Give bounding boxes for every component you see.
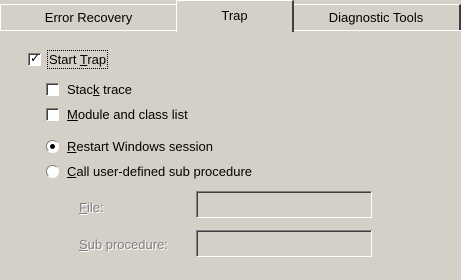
restart-windows-label: Restart Windows session [67, 138, 213, 154]
module-class-list-check-box[interactable] [46, 107, 59, 121]
tab-diagnostic-tools[interactable]: Diagnostic Tools [292, 4, 461, 30]
tab-diagnostic-tools-label: Diagnostic Tools [328, 10, 424, 25]
start-trap-label: Start Trap [46, 49, 109, 69]
call-sub-procedure-label: Call user-defined sub procedure [67, 163, 252, 179]
call-sub-procedure-radio-button[interactable] [46, 164, 59, 178]
stack-trace-check-box[interactable] [46, 82, 59, 96]
tab-trap[interactable]: Trap [176, 0, 294, 32]
sub-procedure-label: Sub procedure: [79, 237, 168, 252]
restart-windows-radio-button[interactable] [46, 139, 59, 153]
call-sub-procedure-radio[interactable]: Call user-defined sub procedure [46, 162, 252, 180]
tab-error-recovery-label: Error Recovery [44, 10, 133, 25]
tab-trap-label: Trap [221, 8, 248, 23]
checkmark-icon: ✓ [30, 50, 41, 65]
module-class-list-label: Module and class list [67, 106, 188, 122]
file-field[interactable] [196, 191, 372, 218]
stack-trace-checkbox[interactable]: Stack trace [46, 80, 132, 98]
radio-selected-dot-icon [50, 143, 55, 149]
tab-error-recovery[interactable]: Error Recovery [0, 4, 178, 30]
file-label: File: [79, 200, 104, 215]
start-trap-check-box[interactable]: ✓ [28, 50, 41, 66]
restart-windows-radio[interactable]: Restart Windows session [46, 137, 213, 155]
trap-tab-panel: ✓ Start Trap Stack trace Module and clas… [0, 30, 461, 280]
module-class-list-checkbox[interactable]: Module and class list [46, 105, 188, 123]
stack-trace-label: Stack trace [67, 81, 133, 97]
sub-procedure-field[interactable] [196, 230, 372, 257]
start-trap-checkbox[interactable]: ✓ Start Trap [28, 49, 109, 69]
